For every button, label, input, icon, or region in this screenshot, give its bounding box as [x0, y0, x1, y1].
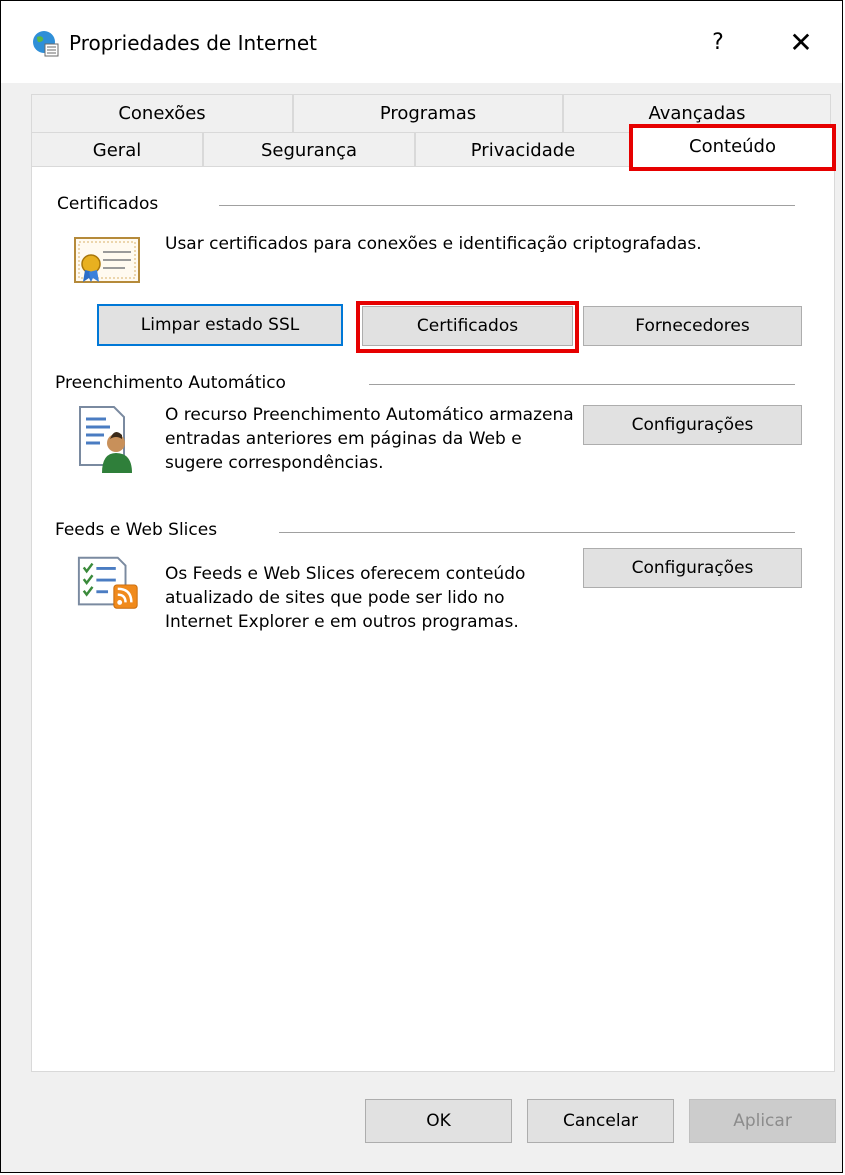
- tab-seguranca[interactable]: Segurança: [203, 132, 415, 166]
- certificates-button[interactable]: Certificados: [362, 306, 573, 346]
- cancel-button[interactable]: Cancelar: [527, 1099, 674, 1143]
- autocomplete-section-title: Preenchimento Automático: [55, 373, 286, 393]
- tab-geral[interactable]: Geral: [31, 132, 203, 166]
- help-button[interactable]: ?: [701, 23, 735, 63]
- feeds-section-title: Feeds e Web Slices: [55, 520, 218, 540]
- certificate-icon: [74, 237, 140, 283]
- apply-button[interactable]: Aplicar: [689, 1099, 836, 1143]
- autocomplete-description: O recurso Preenchimento Automático armaz…: [165, 405, 574, 473]
- internet-globe-icon: [33, 31, 59, 57]
- ok-button[interactable]: OK: [365, 1099, 512, 1143]
- rss-feed-icon: [77, 556, 138, 609]
- certificates-description: Usar certificados para conexões e identi…: [165, 234, 702, 254]
- certificates-divider: [219, 205, 795, 206]
- autocomplete-icon: [79, 406, 132, 473]
- feeds-description: Os Feeds e Web Slices oferecem conteúdo …: [165, 564, 526, 632]
- tab-conteudo[interactable]: Conteúdo: [631, 127, 834, 168]
- feeds-settings-button[interactable]: Configurações: [583, 548, 802, 588]
- clear-ssl-state-button[interactable]: Limpar estado SSL: [97, 304, 343, 346]
- autocomplete-divider: [369, 384, 795, 385]
- tab-conexoes[interactable]: Conexões: [31, 94, 293, 132]
- publishers-button[interactable]: Fornecedores: [583, 306, 802, 346]
- title-bar: Propriedades de Internet ? ✕: [1, 1, 842, 83]
- window-title: Propriedades de Internet: [69, 31, 318, 55]
- certificates-section-title: Certificados: [57, 194, 159, 214]
- feeds-divider: [279, 532, 795, 533]
- close-button[interactable]: ✕: [778, 23, 824, 63]
- internet-properties-dialog: Propriedades de Internet ? ✕ Conexões Pr…: [0, 0, 843, 1173]
- tab-privacidade[interactable]: Privacidade: [415, 132, 631, 166]
- tab-programas[interactable]: Programas: [293, 94, 563, 132]
- autocomplete-settings-button[interactable]: Configurações: [583, 405, 802, 445]
